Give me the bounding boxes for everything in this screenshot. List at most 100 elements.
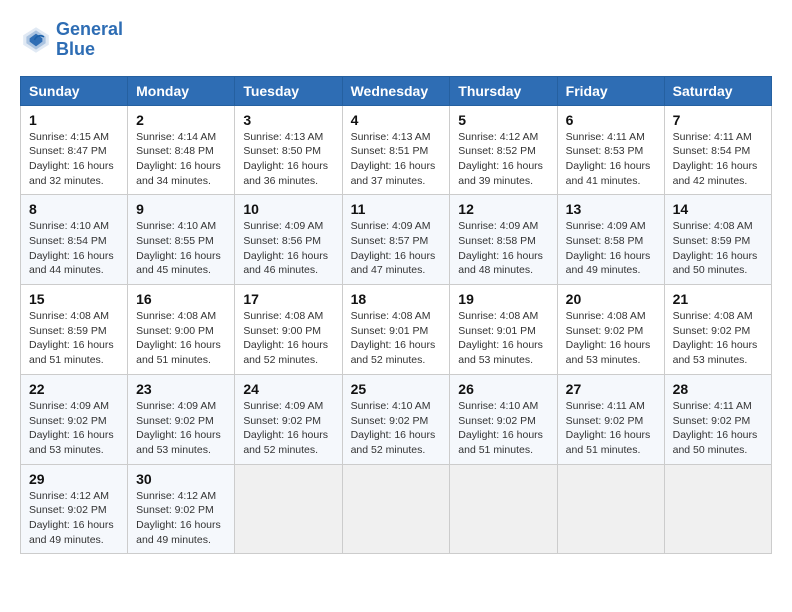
calendar-cell: 20 Sunrise: 4:08 AMSunset: 9:02 PMDayligh…: [557, 285, 664, 375]
calendar-cell: [557, 464, 664, 554]
day-number: 25: [351, 381, 442, 397]
calendar-cell: [664, 464, 771, 554]
day-number: 20: [566, 291, 656, 307]
day-number: 8: [29, 201, 119, 217]
day-number: 13: [566, 201, 656, 217]
column-header-tuesday: Tuesday: [235, 76, 342, 105]
day-number: 1: [29, 112, 119, 128]
cell-content: Sunrise: 4:11 AMSunset: 8:53 PMDaylight:…: [566, 130, 656, 189]
cell-content: Sunrise: 4:08 AMSunset: 9:01 PMDaylight:…: [458, 309, 548, 368]
calendar-cell: [450, 464, 557, 554]
calendar-row: 8 Sunrise: 4:10 AMSunset: 8:54 PMDaylight…: [21, 195, 772, 285]
calendar-cell: 2 Sunrise: 4:14 AMSunset: 8:48 PMDaylight…: [128, 105, 235, 195]
calendar-row: 29 Sunrise: 4:12 AMSunset: 9:02 PMDayligh…: [21, 464, 772, 554]
calendar-table: SundayMondayTuesdayWednesdayThursdayFrid…: [20, 76, 772, 555]
day-number: 15: [29, 291, 119, 307]
day-number: 17: [243, 291, 333, 307]
calendar-cell: 19 Sunrise: 4:08 AMSunset: 9:01 PMDayligh…: [450, 285, 557, 375]
cell-content: Sunrise: 4:10 AMSunset: 9:02 PMDaylight:…: [458, 399, 548, 458]
column-header-wednesday: Wednesday: [342, 76, 450, 105]
cell-content: Sunrise: 4:15 AMSunset: 8:47 PMDaylight:…: [29, 130, 119, 189]
calendar-cell: 3Sunrise: 4:13 AMSunset: 8:50 PMDaylight…: [235, 105, 342, 195]
cell-content: Sunrise: 4:08 AMSunset: 8:59 PMDaylight:…: [29, 309, 119, 368]
day-number: 23: [136, 381, 226, 397]
calendar-cell: 23 Sunrise: 4:09 AMSunset: 9:02 PMDayligh…: [128, 374, 235, 464]
cell-content: Sunrise: 4:09 AMSunset: 8:57 PMDaylight:…: [351, 219, 442, 278]
day-number: 19: [458, 291, 548, 307]
calendar-row: 15 Sunrise: 4:08 AMSunset: 8:59 PMDayligh…: [21, 285, 772, 375]
page-header: General Blue: [20, 20, 772, 60]
day-number: 5: [458, 112, 548, 128]
day-number: 7: [673, 112, 763, 128]
day-number: 21: [673, 291, 763, 307]
logo: General Blue: [20, 20, 123, 60]
calendar-cell: 17 Sunrise: 4:08 AMSunset: 9:00 PMDayligh…: [235, 285, 342, 375]
cell-content: Sunrise: 4:09 AMSunset: 9:02 PMDaylight:…: [136, 399, 226, 458]
calendar-cell: 21 Sunrise: 4:08 AMSunset: 9:02 PMDayligh…: [664, 285, 771, 375]
day-number: 11: [351, 201, 442, 217]
column-header-sunday: Sunday: [21, 76, 128, 105]
cell-content: Sunrise: 4:10 AMSunset: 8:55 PMDaylight:…: [136, 219, 226, 278]
calendar-cell: 10 Sunrise: 4:09 AMSunset: 8:56 PMDayligh…: [235, 195, 342, 285]
calendar-cell: 13 Sunrise: 4:09 AMSunset: 8:58 PMDayligh…: [557, 195, 664, 285]
calendar-cell: 8 Sunrise: 4:10 AMSunset: 8:54 PMDaylight…: [21, 195, 128, 285]
column-header-friday: Friday: [557, 76, 664, 105]
calendar-cell: 9 Sunrise: 4:10 AMSunset: 8:55 PMDaylight…: [128, 195, 235, 285]
day-number: 4: [351, 112, 442, 128]
calendar-cell: 11 Sunrise: 4:09 AMSunset: 8:57 PMDayligh…: [342, 195, 450, 285]
cell-content: Sunrise: 4:12 AMSunset: 9:02 PMDaylight:…: [136, 489, 226, 548]
day-number: 26: [458, 381, 548, 397]
cell-content: Sunrise: 4:09 AMSunset: 9:02 PMDaylight:…: [243, 399, 333, 458]
calendar-cell: 15 Sunrise: 4:08 AMSunset: 8:59 PMDayligh…: [21, 285, 128, 375]
column-header-monday: Monday: [128, 76, 235, 105]
day-number: 10: [243, 201, 333, 217]
column-header-thursday: Thursday: [450, 76, 557, 105]
cell-content: Sunrise: 4:09 AMSunset: 8:58 PMDaylight:…: [566, 219, 656, 278]
calendar-cell: [235, 464, 342, 554]
calendar-row: 1 Sunrise: 4:15 AMSunset: 8:47 PMDaylight…: [21, 105, 772, 195]
calendar-cell: 25Sunrise: 4:10 AMSunset: 9:02 PMDayligh…: [342, 374, 450, 464]
cell-content: Sunrise: 4:08 AMSunset: 9:02 PMDaylight:…: [566, 309, 656, 368]
cell-content: Sunrise: 4:13 AMSunset: 8:51 PMDaylight:…: [351, 130, 442, 189]
day-number: 2: [136, 112, 226, 128]
cell-content: Sunrise: 4:14 AMSunset: 8:48 PMDaylight:…: [136, 130, 226, 189]
calendar-cell: 24Sunrise: 4:09 AMSunset: 9:02 PMDayligh…: [235, 374, 342, 464]
calendar-cell: 27Sunrise: 4:11 AMSunset: 9:02 PMDayligh…: [557, 374, 664, 464]
cell-content: Sunrise: 4:08 AMSunset: 9:02 PMDaylight:…: [673, 309, 763, 368]
day-number: 12: [458, 201, 548, 217]
calendar-cell: 14 Sunrise: 4:08 AMSunset: 8:59 PMDayligh…: [664, 195, 771, 285]
calendar-cell: [342, 464, 450, 554]
cell-content: Sunrise: 4:11 AMSunset: 8:54 PMDaylight:…: [673, 130, 763, 189]
cell-content: Sunrise: 4:08 AMSunset: 9:00 PMDaylight:…: [243, 309, 333, 368]
calendar-cell: 12 Sunrise: 4:09 AMSunset: 8:58 PMDayligh…: [450, 195, 557, 285]
cell-content: Sunrise: 4:10 AMSunset: 8:54 PMDaylight:…: [29, 219, 119, 278]
calendar-row: 22 Sunrise: 4:09 AMSunset: 9:02 PMDayligh…: [21, 374, 772, 464]
day-number: 18: [351, 291, 442, 307]
calendar-cell: 5Sunrise: 4:12 AMSunset: 8:52 PMDaylight…: [450, 105, 557, 195]
cell-content: Sunrise: 4:08 AMSunset: 9:00 PMDaylight:…: [136, 309, 226, 368]
calendar-cell: 16 Sunrise: 4:08 AMSunset: 9:00 PMDayligh…: [128, 285, 235, 375]
calendar-cell: 22 Sunrise: 4:09 AMSunset: 9:02 PMDayligh…: [21, 374, 128, 464]
cell-content: Sunrise: 4:09 AMSunset: 8:56 PMDaylight:…: [243, 219, 333, 278]
day-number: 28: [673, 381, 763, 397]
day-number: 9: [136, 201, 226, 217]
cell-content: Sunrise: 4:09 AMSunset: 9:02 PMDaylight:…: [29, 399, 119, 458]
calendar-cell: 6 Sunrise: 4:11 AMSunset: 8:53 PMDaylight…: [557, 105, 664, 195]
calendar-cell: 7 Sunrise: 4:11 AMSunset: 8:54 PMDaylight…: [664, 105, 771, 195]
calendar-cell: 29 Sunrise: 4:12 AMSunset: 9:02 PMDayligh…: [21, 464, 128, 554]
calendar-cell: 26 Sunrise: 4:10 AMSunset: 9:02 PMDayligh…: [450, 374, 557, 464]
day-number: 3: [243, 112, 333, 128]
day-number: 16: [136, 291, 226, 307]
day-number: 29: [29, 471, 119, 487]
calendar-cell: 30 Sunrise: 4:12 AMSunset: 9:02 PMDayligh…: [128, 464, 235, 554]
cell-content: Sunrise: 4:08 AMSunset: 8:59 PMDaylight:…: [673, 219, 763, 278]
calendar-cell: 28 Sunrise: 4:11 AMSunset: 9:02 PMDayligh…: [664, 374, 771, 464]
column-header-saturday: Saturday: [664, 76, 771, 105]
day-number: 6: [566, 112, 656, 128]
cell-content: Sunrise: 4:11 AMSunset: 9:02 PMDaylight:…: [673, 399, 763, 458]
cell-content: Sunrise: 4:09 AMSunset: 8:58 PMDaylight:…: [458, 219, 548, 278]
cell-content: Sunrise: 4:12 AMSunset: 9:02 PMDaylight:…: [29, 489, 119, 548]
day-number: 30: [136, 471, 226, 487]
day-number: 14: [673, 201, 763, 217]
day-number: 22: [29, 381, 119, 397]
